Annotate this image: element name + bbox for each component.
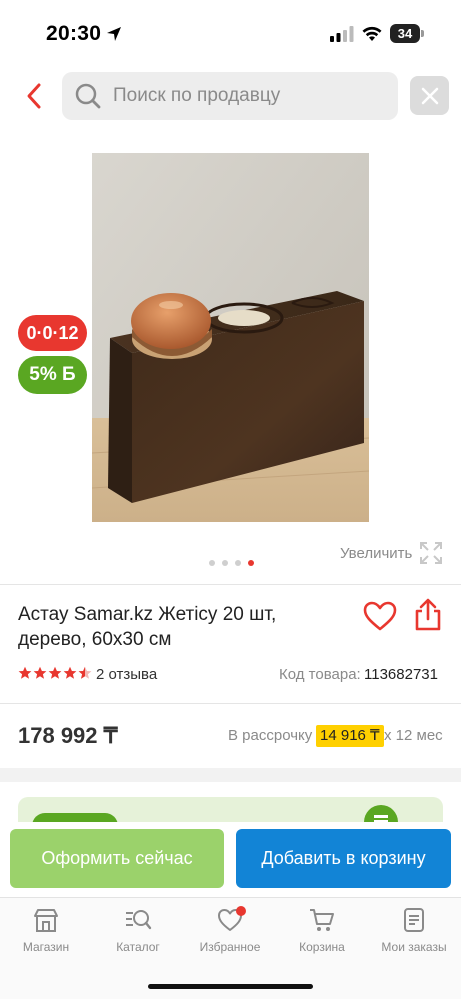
tab-label: Каталог <box>116 940 160 954</box>
search-icon <box>75 83 101 109</box>
close-button[interactable] <box>410 76 449 115</box>
status-time: 20:30 <box>46 22 102 45</box>
favorite-heart-icon[interactable] <box>362 600 398 632</box>
back-button[interactable] <box>18 78 50 114</box>
tab-label: Избранное <box>199 940 261 954</box>
pagination-dot[interactable] <box>209 560 215 566</box>
installment-months: х 12 мес <box>384 727 443 744</box>
tab-label: Магазин <box>22 940 70 954</box>
add-to-cart-button[interactable]: Добавить в корзину <box>236 829 451 888</box>
pagination-dot-active[interactable] <box>248 560 254 566</box>
product-title: Астау Samar.kz Жетісу 20 шт, дерево, 60x… <box>18 604 277 650</box>
expand-icon[interactable] <box>419 541 443 565</box>
chevron-left-icon <box>27 83 41 109</box>
battery-tip <box>421 30 424 37</box>
product-photo-illustration <box>92 153 369 522</box>
tab-my-orders[interactable]: Мои заказы <box>368 906 460 954</box>
close-icon <box>421 87 438 104</box>
tab-cart[interactable]: Корзина <box>276 906 368 954</box>
star-icon <box>18 666 32 679</box>
battery-level: 34 <box>390 24 420 43</box>
star-icon <box>33 666 47 679</box>
checkout-now-button[interactable]: Оформить сейчас <box>10 829 224 888</box>
divider <box>0 703 461 704</box>
rating-stars <box>18 666 92 680</box>
tab-label: Мои заказы <box>381 940 447 954</box>
catalog-search-icon <box>126 910 152 930</box>
divider <box>0 584 461 585</box>
shop-icon <box>34 909 58 932</box>
product-price: 178 992 ₸ <box>18 723 118 748</box>
home-indicator <box>148 984 313 989</box>
notification-dot <box>236 906 246 916</box>
bonus-badge: 5% Б <box>18 356 87 394</box>
seller-search-input[interactable]: Поиск по продавцу <box>62 72 398 120</box>
battery-indicator: 34 <box>390 24 424 43</box>
location-arrow-icon <box>107 27 121 41</box>
status-bar: 20:30 34 <box>0 0 461 60</box>
wifi-icon <box>362 26 382 41</box>
product-code-label: Код товара: <box>279 666 361 683</box>
cart-icon <box>310 909 334 931</box>
share-icon[interactable] <box>412 598 444 632</box>
installment-badge: 0·0·12 <box>18 315 87 351</box>
pagination-dot[interactable] <box>235 560 241 566</box>
installment-label: В рассрочку <box>228 727 313 744</box>
star-half-icon <box>78 666 92 679</box>
section-divider <box>0 768 461 782</box>
tab-shop[interactable]: Магазин <box>0 906 92 954</box>
star-icon <box>63 666 77 679</box>
pagination-dot[interactable] <box>222 560 228 566</box>
installment-monthly-amount: 14 916 ₸ <box>316 725 384 747</box>
product-page: 20:30 34 Поиск по продавцу 0·0·12 5% Б У… <box>0 0 461 999</box>
product-image[interactable] <box>92 153 369 522</box>
cellular-signal-icon <box>330 26 354 42</box>
orders-icon <box>404 908 424 932</box>
star-icon <box>48 666 62 679</box>
tab-catalog[interactable]: Каталог <box>92 906 184 954</box>
action-bar: Оформить сейчас Добавить в корзину <box>0 822 461 898</box>
search-placeholder: Поиск по продавцу <box>113 85 281 106</box>
tab-favorites[interactable]: Избранное <box>184 906 276 954</box>
reviews-link[interactable]: 2 отзыва <box>96 666 157 683</box>
zoom-label[interactable]: Увеличить <box>340 545 412 562</box>
gallery-pagination <box>209 560 254 566</box>
tab-label: Корзина <box>299 940 345 954</box>
product-code-value: 113682731 <box>364 666 438 683</box>
